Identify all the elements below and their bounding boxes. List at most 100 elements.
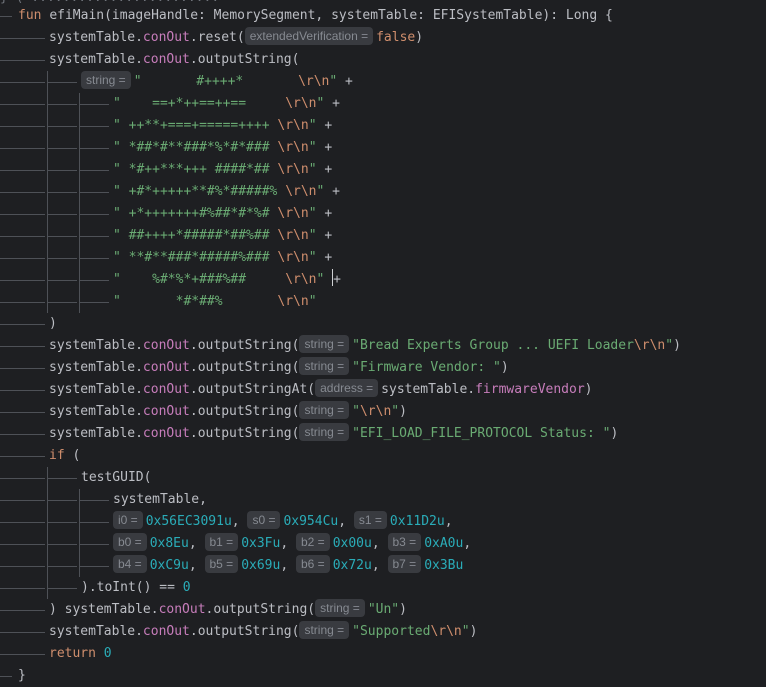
string-token: " (352, 404, 360, 419)
code-token: ) (49, 316, 57, 331)
string-token: " %#*%*+###%## (113, 272, 286, 287)
code-line[interactable]: systemTable.conOut.outputString(string =… (0, 401, 766, 423)
code-line[interactable]: " ##++++*#####*##%## \r\n" + (0, 225, 766, 247)
code-token: .outputString( (189, 52, 300, 67)
code-editor[interactable]: } ( ........................ fun efiMain… (0, 0, 766, 687)
indent-guide (47, 126, 77, 127)
indent-guide-vertical (47, 181, 48, 203)
code-line[interactable]: " *#++***+++ ####*## \r\n" + (0, 159, 766, 181)
indent-guide-vertical (47, 137, 48, 159)
indent-guide (79, 236, 109, 237)
code-line[interactable]: b4 = 0xC9u, b5 = 0x69u, b6 = 0x72u, b7 = 0x3… (0, 555, 766, 577)
code-line[interactable]: systemTable.conOut.outputString( (0, 49, 766, 71)
code-line[interactable]: ).toInt() == 0 (0, 577, 766, 599)
code-token: ) (610, 426, 619, 441)
code-token: systemTable. (381, 382, 476, 397)
escape-token: \r\n (633, 338, 666, 353)
parameter-hint: string = (299, 423, 350, 441)
code-line[interactable]: " **#**###*#####%### \r\n" + (0, 247, 766, 269)
indent-guide (0, 236, 45, 237)
code-line[interactable]: i0 = 0x56EC3091u, s0 = 0x954Cu, s1 = 0x11D2… (0, 511, 766, 533)
code-line[interactable]: fun efiMain(imageHandle: MemorySegment, … (0, 5, 766, 27)
indent-guide (47, 214, 77, 215)
code-line[interactable]: b0 = 0x8Eu, b1 = 0x3Fu, b2 = 0x00u, b3 = 0xA… (0, 533, 766, 555)
parameter-hint: string = (315, 599, 365, 617)
code-line[interactable]: testGUID( (0, 467, 766, 489)
code-token: , (280, 536, 296, 551)
code-line[interactable]: systemTable.conOut.outputString(string =… (0, 357, 766, 379)
number-token: 0x3Fu (241, 536, 281, 551)
code-line[interactable]: " *##*#**###*%*#*### \r\n" + (0, 137, 766, 159)
keyword-token: fun (18, 8, 42, 23)
code-line[interactable]: return 0 (0, 643, 766, 665)
indent-guide-vertical (79, 533, 80, 555)
code-line[interactable]: " *#*##% \r\n" (0, 291, 766, 313)
number-token: 0x11D2u (389, 514, 445, 529)
escape-token: \r\n (359, 404, 392, 419)
code-token: , (231, 514, 248, 529)
code-line[interactable]: } (0, 665, 766, 687)
indent-guide (47, 148, 77, 149)
escape-token: \r\n (285, 96, 317, 111)
code-line[interactable]: string = " #++++* \r\n" + (0, 71, 766, 93)
code-token: .outputString( (189, 404, 300, 419)
code-token: ) (584, 382, 593, 397)
indent-guide (47, 104, 77, 105)
indent-guide (79, 258, 109, 259)
parameter-hint: b2 = (296, 533, 330, 551)
number-token: 0x3Bu (424, 558, 464, 573)
indent-guide (79, 148, 109, 149)
code-token: systemTable, (113, 492, 207, 507)
indent-guide-vertical (47, 555, 48, 577)
string-token: " (308, 140, 317, 155)
indent-guide (47, 566, 77, 567)
number-token: 0x56EC3091u (145, 514, 232, 529)
indent-guide (0, 104, 45, 105)
code-token: + (324, 96, 340, 111)
indent-guide (47, 500, 77, 501)
number-token: 0 (103, 646, 112, 661)
string-token: "Un" (367, 602, 400, 617)
indent-guide (47, 478, 77, 479)
string-token: " ==+*++==++== (113, 96, 286, 111)
indent-guide (0, 456, 45, 457)
string-token: " +#*+++++**#%*#####% (113, 184, 286, 199)
string-token: " *#++***+++ ####*## (113, 162, 278, 177)
code-line[interactable]: if ( (0, 445, 766, 467)
string-token: "Supported (352, 624, 431, 639)
code-line[interactable]: ) systemTable.conOut.outputString(string… (0, 599, 766, 621)
escape-token: \r\n (277, 162, 309, 177)
indent-guide (0, 478, 45, 479)
parameter-hint: i0 = (113, 511, 143, 529)
code-line[interactable]: systemTable.conOut.outputStringAt(addres… (0, 379, 766, 401)
string-token: "EFI_LOAD_FILE_PROTOCOL Status: " (352, 426, 611, 441)
code-text: " ++**+===+=====++++ \r\n" + (113, 115, 332, 137)
string-token: " *##*#**###*%*#*### (113, 140, 278, 155)
code-line[interactable]: " +#*+++++**#%*#####% \r\n" + (0, 181, 766, 203)
code-text: " +#*+++++**#%*#####% \r\n" + (113, 181, 340, 203)
code-line[interactable]: systemTable.conOut.reset(extendedVerific… (0, 27, 766, 49)
number-token: 0x00u (332, 536, 372, 551)
code-line[interactable]: " %#*%*+###%## \r\n" + (0, 269, 766, 291)
indent-guide (0, 346, 45, 347)
code-line[interactable]: systemTable.conOut.outputString(string =… (0, 621, 766, 643)
indent-guide-vertical (47, 269, 48, 291)
parameter-hint: address = (315, 379, 379, 397)
indent-guide-vertical (47, 489, 48, 511)
indent-guide-vertical (79, 269, 80, 291)
indent-guide (79, 170, 109, 171)
code-line[interactable]: systemTable, (0, 489, 766, 511)
code-token: , (444, 514, 453, 529)
parameter-hint: b7 = (387, 555, 422, 573)
code-line[interactable]: " ++**+===+=====++++ \r\n" + (0, 115, 766, 137)
code-line[interactable]: " ==+*++==++== \r\n" + (0, 93, 766, 115)
code-line[interactable]: ) (0, 313, 766, 335)
indent-guide (0, 38, 45, 39)
parameter-hint: b6 = (296, 555, 330, 573)
code-text: " +*+++++++#%##*#*%# \r\n" + (113, 203, 332, 225)
number-token: 0xA0u (424, 536, 464, 551)
indent-guide-vertical (79, 511, 80, 533)
code-line[interactable]: systemTable.conOut.outputString(string =… (0, 335, 766, 357)
code-line[interactable]: systemTable.conOut.outputString(string =… (0, 423, 766, 445)
code-line[interactable]: " +*+++++++#%##*#*%# \r\n" + (0, 203, 766, 225)
